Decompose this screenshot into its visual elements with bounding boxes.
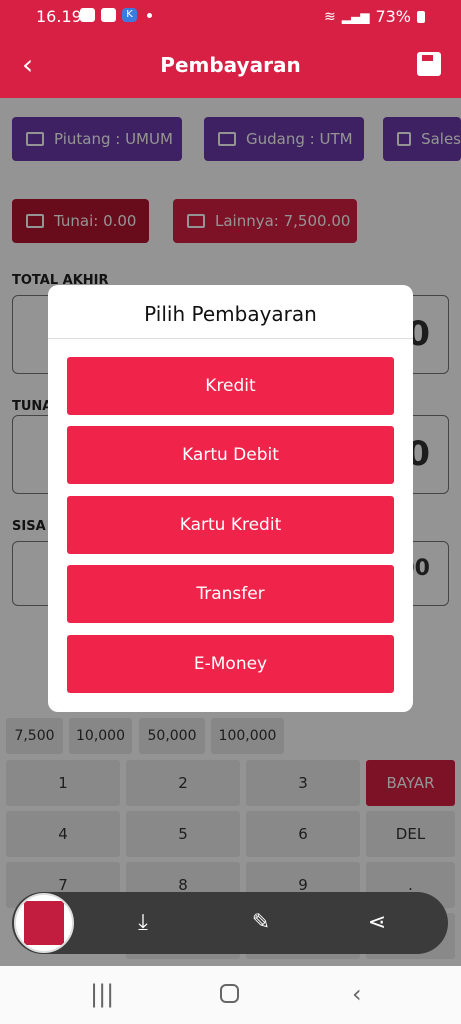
notification-icons: K <box>80 8 152 22</box>
screenshot-thumbnail[interactable] <box>14 893 74 953</box>
app-bar: ‹ Pembayaran <box>0 34 461 98</box>
recent-apps-icon[interactable]: ||| <box>90 980 114 1008</box>
option-transfer[interactable]: Transfer <box>67 565 394 623</box>
save-icon[interactable] <box>417 52 441 76</box>
back-nav-icon[interactable]: ‹ <box>352 980 362 1008</box>
wifi-icon: ≋ <box>324 8 336 25</box>
signal-icon: ▂▄▆ <box>341 9 370 24</box>
status-time: 16.19 <box>36 7 82 26</box>
share-icon[interactable]: ⋖ <box>364 910 390 936</box>
thumbnail-preview <box>24 901 64 945</box>
battery-icon <box>417 10 425 23</box>
option-kartu-kredit[interactable]: Kartu Kredit <box>67 496 394 554</box>
gallery-icon <box>80 8 95 22</box>
battery-level: 73% <box>375 7 411 26</box>
scroll-capture-icon[interactable]: ⤓ <box>130 910 156 936</box>
page-title: Pembayaran <box>160 53 301 77</box>
home-icon[interactable] <box>220 984 239 1003</box>
calendar-icon <box>101 8 116 22</box>
crop-edit-icon[interactable]: ✎ <box>248 910 274 936</box>
screenshot-toolbar: ⤓ ✎ ⋖ <box>12 892 448 954</box>
more-notifications-icon <box>147 12 152 18</box>
system-indicators: ≋ ▂▄▆ 73% <box>324 7 425 26</box>
option-kartu-debit[interactable]: Kartu Debit <box>67 426 394 484</box>
status-bar: 16.19 K ≋ ▂▄▆ 73% <box>0 0 461 34</box>
dialog-title: Pilih Pembayaran <box>48 285 413 339</box>
option-e-money[interactable]: E-Money <box>67 635 394 693</box>
navigation-bar: ||| ‹ <box>0 966 461 1024</box>
option-kredit[interactable]: Kredit <box>67 357 394 415</box>
k-app-icon: K <box>122 8 137 22</box>
payment-method-dialog: Pilih Pembayaran Kredit Kartu Debit Kart… <box>48 285 413 712</box>
